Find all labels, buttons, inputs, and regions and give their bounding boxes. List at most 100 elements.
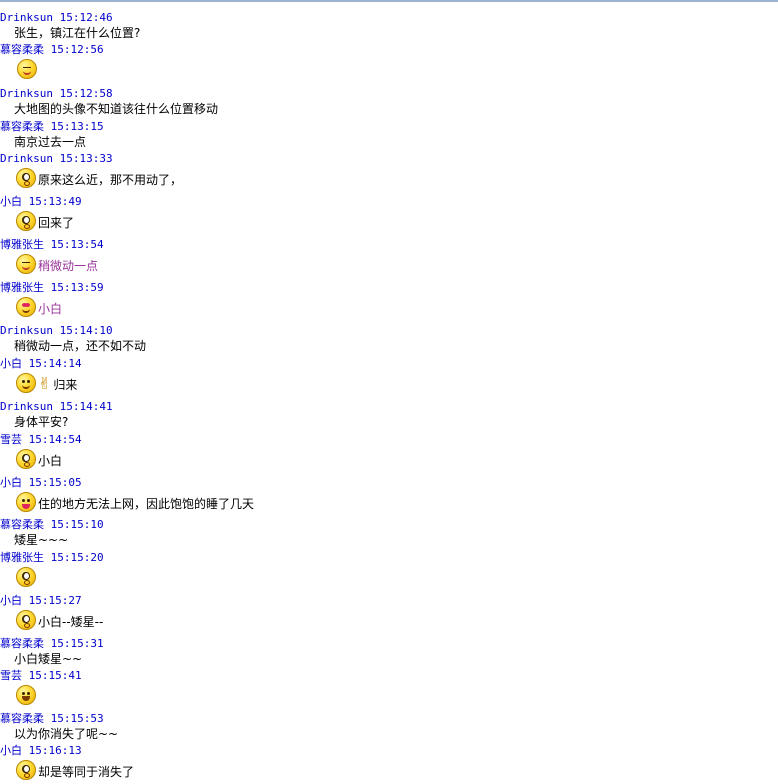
sender-name: Drinksun bbox=[0, 11, 53, 24]
sender-name: 博雅张生 bbox=[0, 551, 44, 564]
message-body: 原来这么近，那不用动了， bbox=[16, 168, 182, 188]
heart-eyes-icon bbox=[16, 297, 36, 317]
message-header: 小白 15:15:27 bbox=[0, 594, 82, 607]
message-body bbox=[16, 567, 38, 587]
sender-name: 博雅张生 bbox=[0, 238, 44, 251]
sender-name: 小白 bbox=[0, 476, 22, 489]
message-body: ✌ 归来 bbox=[16, 373, 77, 393]
message-time: 15:16:13 bbox=[28, 744, 82, 757]
message-header: 小白 15:16:13 bbox=[0, 744, 82, 757]
message-body: 矮星~~~ bbox=[14, 532, 68, 548]
sender-name: 慕容柔柔 bbox=[0, 120, 44, 133]
message-body: 大地图的头像不知道该往什么位置移动 bbox=[14, 101, 218, 117]
message-text: 张生，镇江在什么位置? bbox=[14, 26, 141, 40]
sender-name: Drinksun bbox=[0, 324, 53, 337]
message-text: 小白矮星~~ bbox=[14, 652, 83, 666]
surprised-icon bbox=[16, 449, 36, 469]
message-header: 慕容柔柔 15:15:10 bbox=[0, 518, 104, 531]
message-time: 15:14:54 bbox=[28, 433, 82, 446]
message-text: 稍微动一点，还不如不动 bbox=[14, 339, 147, 353]
tongue-icon bbox=[16, 492, 36, 512]
message-text: 南京过去一点 bbox=[14, 135, 87, 149]
sender-name: Drinksun bbox=[0, 400, 53, 413]
message-time: 15:15:53 bbox=[50, 712, 104, 725]
message-time: 15:12:58 bbox=[59, 87, 113, 100]
message-text: 小白 bbox=[38, 454, 63, 468]
sender-name: 慕容柔柔 bbox=[0, 43, 44, 56]
message-text: 归来 bbox=[53, 378, 78, 392]
message-body: 以为你消失了呢~~ bbox=[14, 726, 118, 742]
message-time: 15:14:10 bbox=[59, 324, 113, 337]
message-header: 博雅张生 15:15:20 bbox=[0, 551, 104, 564]
message-text: 大地图的头像不知道该往什么位置移动 bbox=[14, 102, 219, 116]
message-body: 身体平安? bbox=[14, 414, 68, 430]
message-header: Drinksun 15:12:58 bbox=[0, 87, 113, 100]
message-body: 稍微动一点 bbox=[16, 254, 98, 274]
surprised-icon bbox=[16, 567, 36, 587]
message-time: 15:15:31 bbox=[50, 637, 104, 650]
message-body: 稍微动一点，还不如不动 bbox=[14, 338, 146, 354]
surprised-icon bbox=[16, 760, 36, 780]
message-header: 慕容柔柔 15:13:15 bbox=[0, 120, 104, 133]
message-time: 15:12:56 bbox=[50, 43, 104, 56]
message-header: 雪芸 15:14:54 bbox=[0, 433, 82, 446]
message-body: 住的地方无法上网，因此饱饱的睡了几天 bbox=[16, 492, 254, 512]
message-header: 慕容柔柔 15:12:56 bbox=[0, 43, 104, 56]
squint-icon bbox=[17, 59, 37, 79]
sender-name: 慕容柔柔 bbox=[0, 518, 44, 531]
message-time: 15:15:20 bbox=[50, 551, 104, 564]
message-header: 小白 15:15:05 bbox=[0, 476, 82, 489]
sender-name: 博雅张生 bbox=[0, 281, 44, 294]
message-body: 小白--矮星-- bbox=[16, 610, 103, 630]
squint-icon bbox=[16, 254, 36, 274]
message-time: 15:13:15 bbox=[50, 120, 104, 133]
message-header: Drinksun 15:13:33 bbox=[0, 152, 113, 165]
victory-hand-icon: ✌ bbox=[38, 374, 52, 393]
message-header: 小白 15:14:14 bbox=[0, 357, 82, 370]
message-body: 张生，镇江在什么位置? bbox=[14, 25, 140, 41]
message-body: 回来了 bbox=[16, 211, 74, 231]
message-time: 15:13:59 bbox=[50, 281, 104, 294]
surprised-icon bbox=[16, 610, 36, 630]
message-text: 身体平安? bbox=[14, 415, 69, 429]
message-text: 稍微动一点 bbox=[38, 259, 99, 273]
message-body: 却是等同于消失了 bbox=[16, 760, 134, 780]
sender-name: Drinksun bbox=[0, 152, 53, 165]
smile-icon bbox=[16, 373, 36, 393]
message-body: 南京过去一点 bbox=[14, 134, 86, 150]
message-time: 15:13:54 bbox=[50, 238, 104, 251]
message-header: 慕容柔柔 15:15:31 bbox=[0, 637, 104, 650]
message-time: 15:14:41 bbox=[59, 400, 113, 413]
chat-history: Drinksun 15:12:46 张生，镇江在什么位置? 慕容柔柔 15:12… bbox=[0, 2, 778, 784]
message-time: 15:15:10 bbox=[50, 518, 104, 531]
surprised-icon bbox=[16, 168, 36, 188]
message-time: 15:13:49 bbox=[28, 195, 82, 208]
sender-name: Drinksun bbox=[0, 87, 53, 100]
message-header: Drinksun 15:14:41 bbox=[0, 400, 113, 413]
message-text: 小白 bbox=[38, 302, 63, 316]
message-header: Drinksun 15:12:46 bbox=[0, 11, 113, 24]
sender-name: 小白 bbox=[0, 594, 22, 607]
message-text: 以为你消失了呢~~ bbox=[14, 727, 119, 741]
message-text: 小白--矮星-- bbox=[38, 615, 104, 629]
message-header: 慕容柔柔 15:15:53 bbox=[0, 712, 104, 725]
message-time: 15:12:46 bbox=[59, 11, 113, 24]
message-text: 矮星~~~ bbox=[14, 533, 69, 547]
message-header: 小白 15:13:49 bbox=[0, 195, 82, 208]
message-time: 15:15:41 bbox=[28, 669, 82, 682]
message-text: 却是等同于消失了 bbox=[38, 765, 135, 779]
message-body: 小白矮星~~ bbox=[14, 651, 82, 667]
message-time: 15:13:33 bbox=[59, 152, 113, 165]
message-body: 小白 bbox=[16, 297, 62, 317]
message-header: 博雅张生 15:13:54 bbox=[0, 238, 104, 251]
sender-name: 小白 bbox=[0, 195, 22, 208]
message-body bbox=[16, 685, 38, 705]
message-body bbox=[17, 59, 39, 79]
message-text: 回来了 bbox=[38, 216, 75, 230]
sender-name: 小白 bbox=[0, 744, 22, 757]
laugh-icon bbox=[16, 685, 36, 705]
message-text: 住的地方无法上网，因此饱饱的睡了几天 bbox=[38, 497, 255, 511]
sender-name: 雪芸 bbox=[0, 669, 22, 682]
message-time: 15:15:27 bbox=[28, 594, 82, 607]
sender-name: 慕容柔柔 bbox=[0, 637, 44, 650]
